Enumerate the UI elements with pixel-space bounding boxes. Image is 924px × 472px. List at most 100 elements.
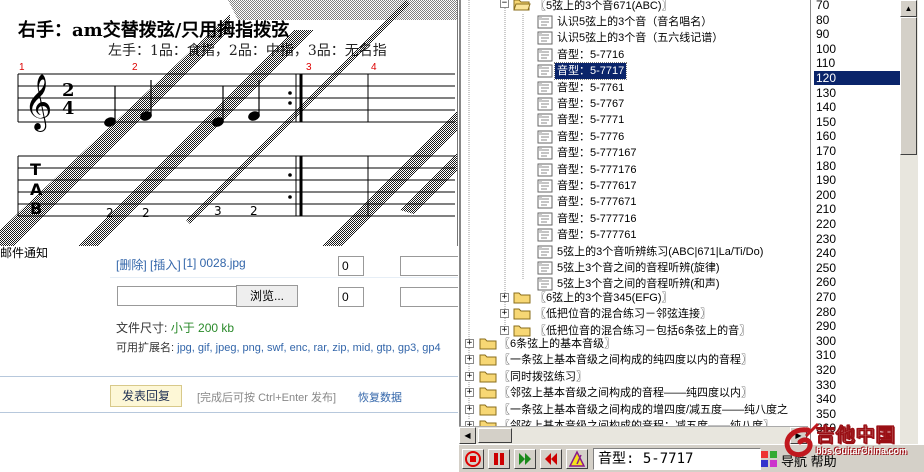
tree-item[interactable]: 音型：5-777761 bbox=[461, 227, 808, 243]
tree-folder-row[interactable]: + 〖6弦上的3个音345(EFG)〗 bbox=[461, 290, 808, 306]
expand-icon[interactable]: + bbox=[465, 355, 474, 365]
expand-icon[interactable]: + bbox=[500, 309, 509, 319]
tempo-option[interactable]: 350 bbox=[814, 407, 904, 421]
tempo-option[interactable]: 80 bbox=[814, 13, 904, 27]
vertical-scrollbar[interactable]: ▲ bbox=[900, 0, 918, 444]
tempo-option[interactable]: 160 bbox=[814, 129, 904, 143]
next-button[interactable] bbox=[514, 449, 536, 469]
tempo-option[interactable]: 330 bbox=[814, 378, 904, 392]
pause-button[interactable] bbox=[488, 449, 510, 469]
navigation-help-menu[interactable]: 导航 帮助 bbox=[781, 451, 837, 470]
attachment-description-field[interactable] bbox=[400, 287, 458, 307]
expand-icon[interactable]: + bbox=[465, 339, 474, 348]
tree-item[interactable]: 音型：5-777167 bbox=[461, 145, 808, 161]
tree-folder-row[interactable]: + 〖同时拨弦练习〗 bbox=[461, 369, 808, 385]
tempo-option[interactable]: 300 bbox=[814, 334, 904, 348]
tree-folder-row[interactable]: + 〖低把位音的混合练习－邻弦连接〗 bbox=[461, 306, 808, 322]
tempo-option[interactable]: 190 bbox=[814, 173, 904, 187]
tempo-option[interactable]: 280 bbox=[814, 305, 904, 319]
metronome-button[interactable] bbox=[566, 449, 588, 469]
tempo-option[interactable]: 220 bbox=[814, 217, 904, 231]
tempo-option[interactable]: 210 bbox=[814, 202, 904, 216]
tree-folder-row[interactable]: + 〖一条弦上基本音级之间构成的增四度/减五度——纯八度之 bbox=[461, 402, 808, 418]
tree-item[interactable]: 5弦上3个音之间的音程听辨(旋律) bbox=[461, 260, 808, 276]
attachment-file-link[interactable]: [1] 0028.jpg bbox=[183, 256, 246, 270]
tree-item[interactable]: 认识5弦上的3个音（音名唱名） bbox=[461, 14, 808, 30]
tempo-option[interactable]: 70 bbox=[814, 0, 904, 12]
tree-item-label: 5弦上的3个音听辨练习(ABC|671|La/Ti/Do) bbox=[557, 245, 764, 258]
expand-icon[interactable]: + bbox=[465, 404, 474, 414]
tempo-option[interactable]: 90 bbox=[814, 27, 904, 41]
tempo-option[interactable]: 130 bbox=[814, 86, 904, 100]
metronome-icon bbox=[568, 450, 586, 467]
expand-icon[interactable]: + bbox=[500, 325, 509, 335]
mail-notice-label: 邮件通知 bbox=[0, 246, 49, 260]
tempo-option[interactable]: 140 bbox=[814, 100, 904, 114]
expand-icon[interactable]: + bbox=[500, 293, 509, 302]
document-icon bbox=[537, 81, 553, 95]
tab-label-b: B bbox=[30, 199, 42, 218]
tempo-option[interactable]: 170 bbox=[814, 144, 904, 158]
delete-link[interactable]: [删除] bbox=[116, 256, 147, 273]
tempo-option[interactable]: 320 bbox=[814, 363, 904, 377]
tempo-option[interactable]: 180 bbox=[814, 159, 904, 173]
browse-button[interactable]: 浏览... bbox=[236, 285, 298, 307]
tree-item[interactable]: 音型：5-7776 bbox=[461, 129, 808, 145]
tempo-option[interactable]: 240 bbox=[814, 246, 904, 260]
insert-link[interactable]: [插入] bbox=[150, 256, 181, 273]
tempo-option[interactable]: 310 bbox=[814, 348, 904, 362]
tree-item[interactable]: 音型：5-777176 bbox=[461, 162, 808, 178]
submit-reply-button[interactable]: 发表回复 bbox=[110, 385, 182, 407]
tree-item[interactable]: 音型：5-7767 bbox=[461, 96, 808, 112]
previous-button[interactable] bbox=[540, 449, 562, 469]
tree-item[interactable]: 音型：5-7716 bbox=[461, 47, 808, 63]
attachment-number-field[interactable]: 0 bbox=[338, 287, 364, 307]
tree-item[interactable]: 音型：5-7717 bbox=[461, 62, 808, 81]
tree-item[interactable]: 音型：5-777671 bbox=[461, 194, 808, 210]
folder-icon bbox=[513, 325, 531, 337]
scroll-thumb[interactable] bbox=[478, 428, 512, 443]
scroll-left-icon[interactable]: ◀ bbox=[459, 427, 476, 444]
tree-item[interactable]: 音型：5-7771 bbox=[461, 112, 808, 128]
expand-icon[interactable]: + bbox=[465, 388, 474, 398]
tree-item[interactable]: 5弦上的3个音听辨练习(ABC|671|La/Ti/Do) bbox=[461, 244, 808, 260]
tempo-option[interactable]: 150 bbox=[814, 115, 904, 129]
stop-button[interactable] bbox=[462, 449, 484, 469]
document-icon bbox=[537, 130, 553, 144]
tree-item[interactable]: 认识5弦上的3个音（五六线记谱） bbox=[461, 30, 808, 46]
scroll-right-icon[interactable]: ▶ bbox=[790, 427, 807, 444]
scroll-up-icon[interactable]: ▲ bbox=[900, 0, 917, 17]
scroll-thumb[interactable] bbox=[900, 17, 917, 155]
tab-label-a: A bbox=[30, 180, 43, 199]
horizontal-scrollbar[interactable]: ◀ ▶ bbox=[459, 426, 808, 444]
tree-item-label: 〖5弦上的3个音671(ABC)〗 bbox=[535, 0, 673, 12]
tree-folder-row[interactable]: + 〖6条弦上的基本音级〗 bbox=[461, 336, 808, 352]
tree-item[interactable]: 音型：5-777716 bbox=[461, 211, 808, 227]
tree-item-label: 音型：5-7767 bbox=[557, 98, 625, 110]
staff-lines bbox=[17, 73, 455, 217]
attachment-number-field[interactable]: 0 bbox=[338, 256, 364, 276]
collapse-icon[interactable]: − bbox=[500, 0, 509, 8]
attachment-description-field[interactable] bbox=[400, 256, 458, 276]
expand-icon[interactable]: + bbox=[465, 371, 474, 381]
folder-icon bbox=[479, 387, 497, 399]
tempo-option[interactable]: 270 bbox=[814, 290, 904, 304]
tree-item[interactable]: 音型：5-777617 bbox=[461, 178, 808, 194]
tempo-option[interactable]: 110 bbox=[814, 56, 904, 70]
tempo-option[interactable]: 290 bbox=[814, 319, 904, 333]
tree-folder-row[interactable]: + 〖一条弦上基本音级之间构成的纯四度以内的音程〗 bbox=[461, 352, 808, 368]
tempo-option[interactable]: 340 bbox=[814, 392, 904, 406]
palette-icon[interactable] bbox=[759, 449, 779, 469]
tempo-option[interactable]: 230 bbox=[814, 232, 904, 246]
tempo-option[interactable]: 250 bbox=[814, 261, 904, 275]
restore-data-link[interactable]: 恢复数据 bbox=[358, 389, 402, 405]
tree-folder-row[interactable]: + 〖邻弦上基本音级之间构成的音程——纯四度以内〗 bbox=[461, 385, 808, 401]
tree-item[interactable]: 音型：5-7761 bbox=[461, 80, 808, 96]
extensions-label: 可用扩展名: bbox=[116, 342, 175, 354]
tempo-option[interactable]: 260 bbox=[814, 275, 904, 289]
file-path-input[interactable] bbox=[117, 286, 245, 306]
tempo-option[interactable]: 200 bbox=[814, 188, 904, 202]
tempo-option[interactable]: 360 bbox=[814, 421, 904, 435]
tempo-option[interactable]: 120 bbox=[814, 71, 904, 85]
tempo-option[interactable]: 100 bbox=[814, 42, 904, 56]
